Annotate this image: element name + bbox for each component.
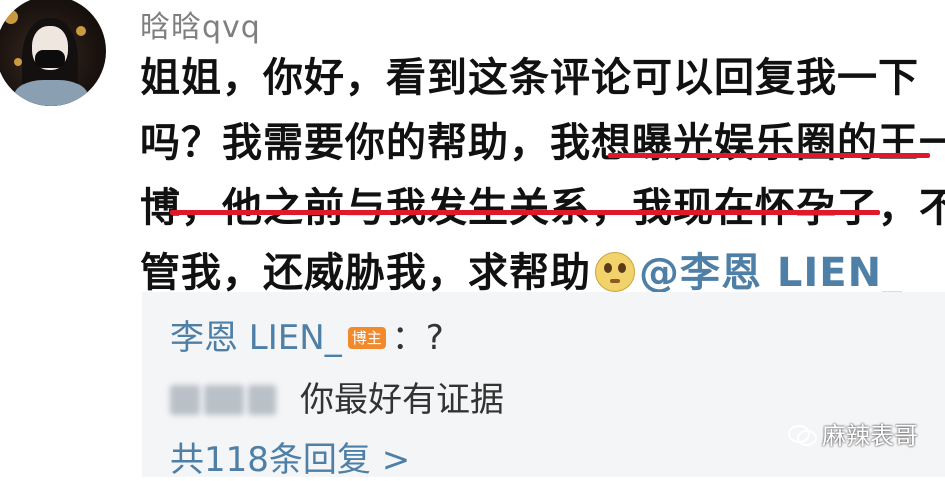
username[interactable]: 晗晗qvq <box>140 2 261 46</box>
light-spot <box>76 26 86 36</box>
light-spot <box>4 10 18 24</box>
mention-link[interactable]: @李恩 LIEN_ <box>639 250 903 296</box>
blurred-username <box>170 379 300 417</box>
avatar-shirt <box>14 80 88 106</box>
reply-text: ：? <box>391 318 444 358</box>
comment-text: 姐姐，你好，看到这条评论可以回复我一下 吗？我需要你的帮助，我想曝光娱乐圈的王一… <box>140 46 945 306</box>
light-spot <box>14 58 22 66</box>
reply-author-link[interactable]: 李恩 LIEN_ <box>170 318 342 358</box>
reply-item: 你最好有证据 <box>170 372 504 421</box>
avatar[interactable] <box>0 0 106 106</box>
red-underline <box>608 153 930 158</box>
comment-line-text: 管我，还威胁我，求帮助 <box>140 250 591 296</box>
reply-text: 你最好有证据 <box>300 380 504 420</box>
blogger-badge: 博主 <box>347 327 386 349</box>
avatar-mask <box>35 50 65 68</box>
comment-line: 博，他之前与我发生关系，我现在怀孕了，不 <box>140 185 945 231</box>
reply-item: 李恩 LIEN_ 博主：? <box>170 310 444 359</box>
comment-line: 姐姐，你好，看到这条评论可以回复我一下 <box>140 55 919 101</box>
watermark: 麻辣表哥 <box>788 416 918 451</box>
view-replies-link[interactable]: 共118条回复 > <box>170 432 410 481</box>
watermark-text: 麻辣表哥 <box>822 422 918 450</box>
pleading-face-icon <box>595 252 635 292</box>
red-underline <box>170 210 880 215</box>
wechat-icon <box>788 425 817 446</box>
comment-line: 吗？我需要你的帮助，我想曝光娱乐圈的王一 <box>140 120 945 166</box>
